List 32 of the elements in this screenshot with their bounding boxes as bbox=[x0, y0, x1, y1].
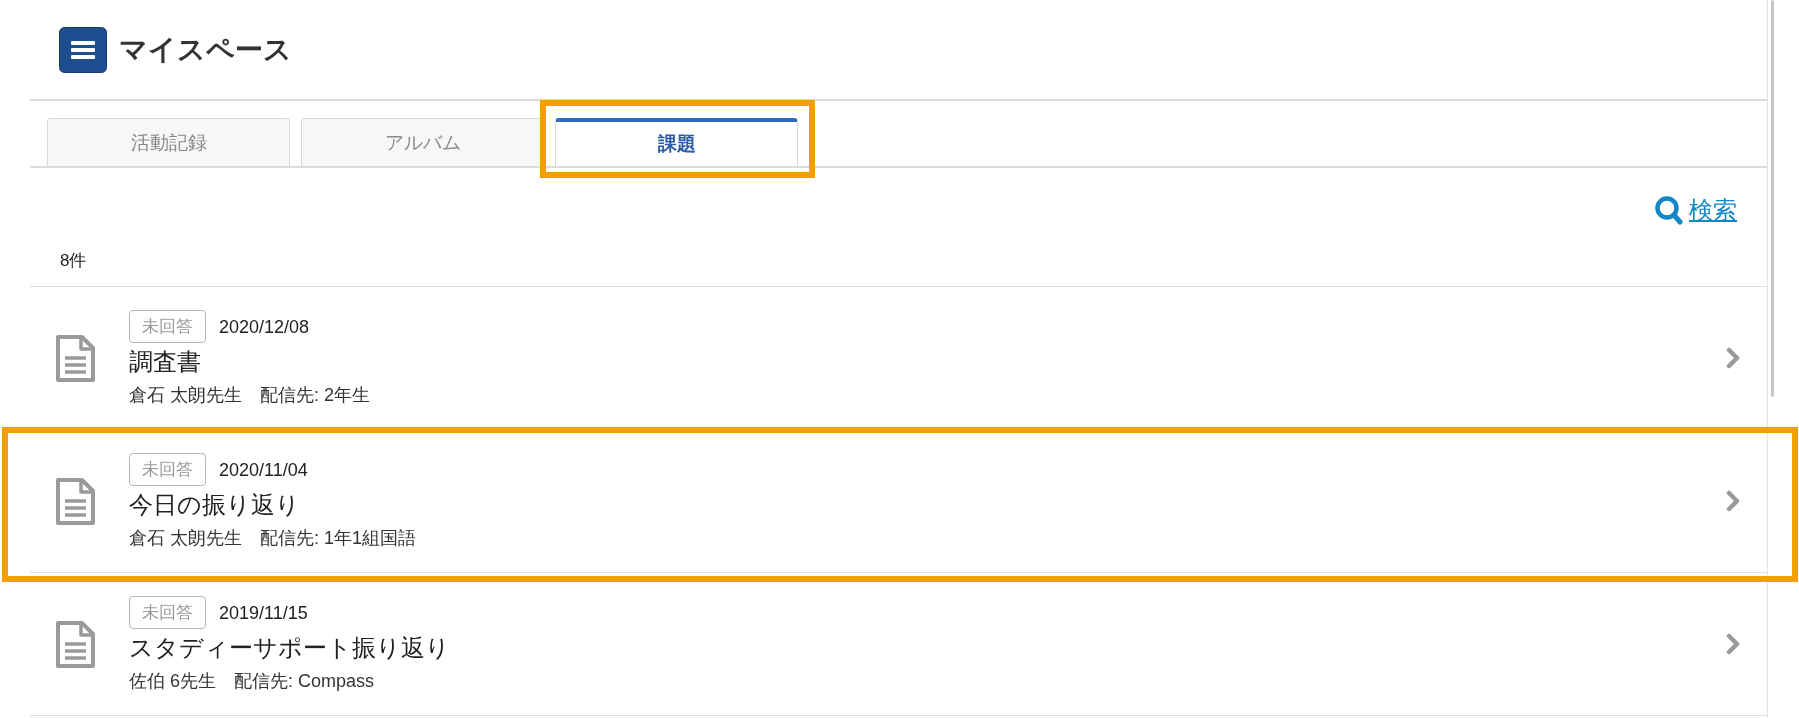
assignment-date: 2020/11/04 bbox=[219, 458, 308, 482]
chevron-right-icon bbox=[1726, 633, 1740, 655]
teacher-name: 佐伯 6先生 bbox=[129, 670, 216, 693]
result-count: 8件 bbox=[60, 250, 87, 272]
assignment-date: 2020/12/08 bbox=[219, 315, 310, 339]
search-icon bbox=[1655, 195, 1683, 225]
status-badge: 未回答 bbox=[129, 596, 206, 629]
search-link[interactable]: 検索 bbox=[1655, 194, 1737, 226]
assignment-title: 今日の振り返り bbox=[129, 490, 300, 520]
document-icon bbox=[55, 333, 96, 383]
tab[interactable]: 課題 bbox=[555, 118, 798, 166]
assignment-row[interactable]: 未回答 2020/12/08 調査書 倉石 太朗先生 配信先: 2年生 bbox=[30, 287, 1767, 430]
menu-icon[interactable] bbox=[59, 26, 107, 73]
status-badge: 未回答 bbox=[129, 453, 206, 486]
status-badge: 未回答 bbox=[129, 310, 206, 343]
page-title: マイスペース bbox=[119, 32, 292, 67]
scrollbar-thumb[interactable] bbox=[1771, 0, 1774, 397]
assignment-date: 2019/11/15 bbox=[219, 601, 308, 625]
assignment-title: 調査書 bbox=[129, 347, 201, 377]
assignment-row[interactable]: 未回答 2019/11/15 スタディーサポート振り返り 佐伯 6先生 配信先: Compass bbox=[30, 573, 1767, 716]
delivery-target: 配信先: 1年1組国語 bbox=[260, 527, 417, 550]
chevron-right-icon bbox=[1726, 490, 1740, 512]
delivery-target: 配信先: 2年生 bbox=[260, 384, 371, 407]
document-icon bbox=[55, 619, 96, 669]
assignment-row[interactable]: 未回答 2020/11/04 今日の振り返り 倉石 太朗先生 配信先: 1年1組国語 bbox=[30, 430, 1767, 573]
assignment-title: スタディーサポート振り返り bbox=[129, 633, 450, 663]
teacher-name: 倉石 太朗先生 bbox=[129, 527, 242, 550]
teacher-name: 倉石 太朗先生 bbox=[129, 384, 242, 407]
chevron-right-icon bbox=[1726, 347, 1740, 369]
tab[interactable]: 活動記録 bbox=[47, 118, 290, 166]
delivery-target: 配信先: Compass bbox=[234, 670, 375, 693]
document-icon bbox=[55, 476, 96, 526]
